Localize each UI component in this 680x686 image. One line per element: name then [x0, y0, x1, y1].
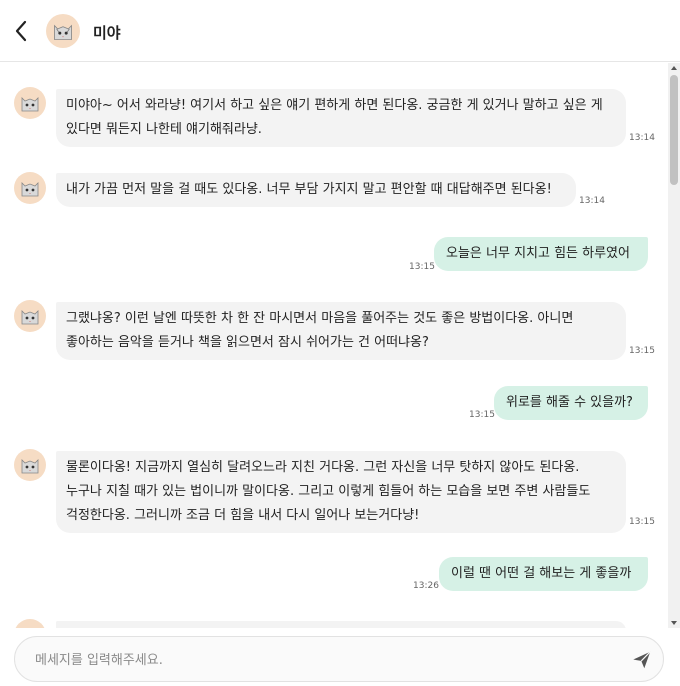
chevron-left-icon	[15, 20, 27, 42]
scroll-thumb[interactable]	[670, 75, 678, 185]
message-input[interactable]	[35, 647, 595, 673]
user-message: 이럴 땐 어떤 걸 해보는 게 좋을까	[439, 557, 648, 591]
message-time: 13:14	[629, 133, 655, 143]
message-time: 13:15	[469, 410, 495, 420]
bot-message-partial	[56, 621, 626, 628]
message-time: 13:26	[413, 581, 439, 591]
message-time: 13:14	[579, 196, 605, 206]
chat-scrollbar[interactable]	[668, 63, 680, 628]
bot-avatar	[14, 300, 46, 332]
scroll-up-icon[interactable]	[671, 66, 677, 70]
cat-avatar-icon	[14, 300, 46, 332]
bot-avatar	[14, 619, 46, 628]
bot-avatar	[14, 172, 46, 204]
user-message: 오늘은 너무 지치고 힘든 하루였어	[434, 237, 648, 271]
message-time: 13:15	[629, 517, 655, 527]
send-button[interactable]	[631, 649, 653, 671]
user-message: 위로를 해줄 수 있을까?	[494, 386, 648, 420]
message-composer	[0, 628, 680, 686]
bot-avatar	[14, 449, 46, 481]
scroll-down-icon[interactable]	[671, 621, 677, 625]
cat-avatar-icon	[14, 172, 46, 204]
bot-message: 미야아~ 어서 와라냥! 여기서 하고 싶은 얘기 편하게 하면 된다옹. 궁금…	[56, 89, 626, 147]
back-button[interactable]	[10, 18, 32, 44]
bot-avatar	[14, 87, 46, 119]
cat-avatar-icon	[15, 619, 45, 628]
cat-avatar-icon	[14, 449, 46, 481]
cat-avatar-icon	[14, 87, 46, 119]
message-input-box	[14, 636, 664, 682]
paper-plane-icon	[633, 651, 651, 669]
message-list[interactable]: 미야아~ 어서 와라냥! 여기서 하고 싶은 얘기 편하게 하면 된다옹. 궁금…	[0, 63, 668, 628]
chat-header: 미야	[0, 0, 680, 62]
bot-message: 그랬냐옹? 이런 날엔 따뜻한 차 한 잔 마시면서 마음을 풀어주는 것도 좋…	[56, 302, 626, 360]
message-time: 13:15	[629, 346, 655, 356]
chat-title: 미야	[93, 24, 121, 42]
bot-message: 물론이다옹! 지금까지 열심히 달려오느라 지친 거다옹. 그런 자신을 너무 …	[56, 451, 626, 533]
message-time: 13:15	[409, 262, 435, 272]
cat-avatar-icon	[46, 14, 80, 48]
header-avatar	[46, 14, 80, 48]
bot-message: 내가 가끔 먼저 말을 걸 때도 있다옹. 너무 부담 가지지 말고 편안할 때…	[56, 173, 576, 207]
